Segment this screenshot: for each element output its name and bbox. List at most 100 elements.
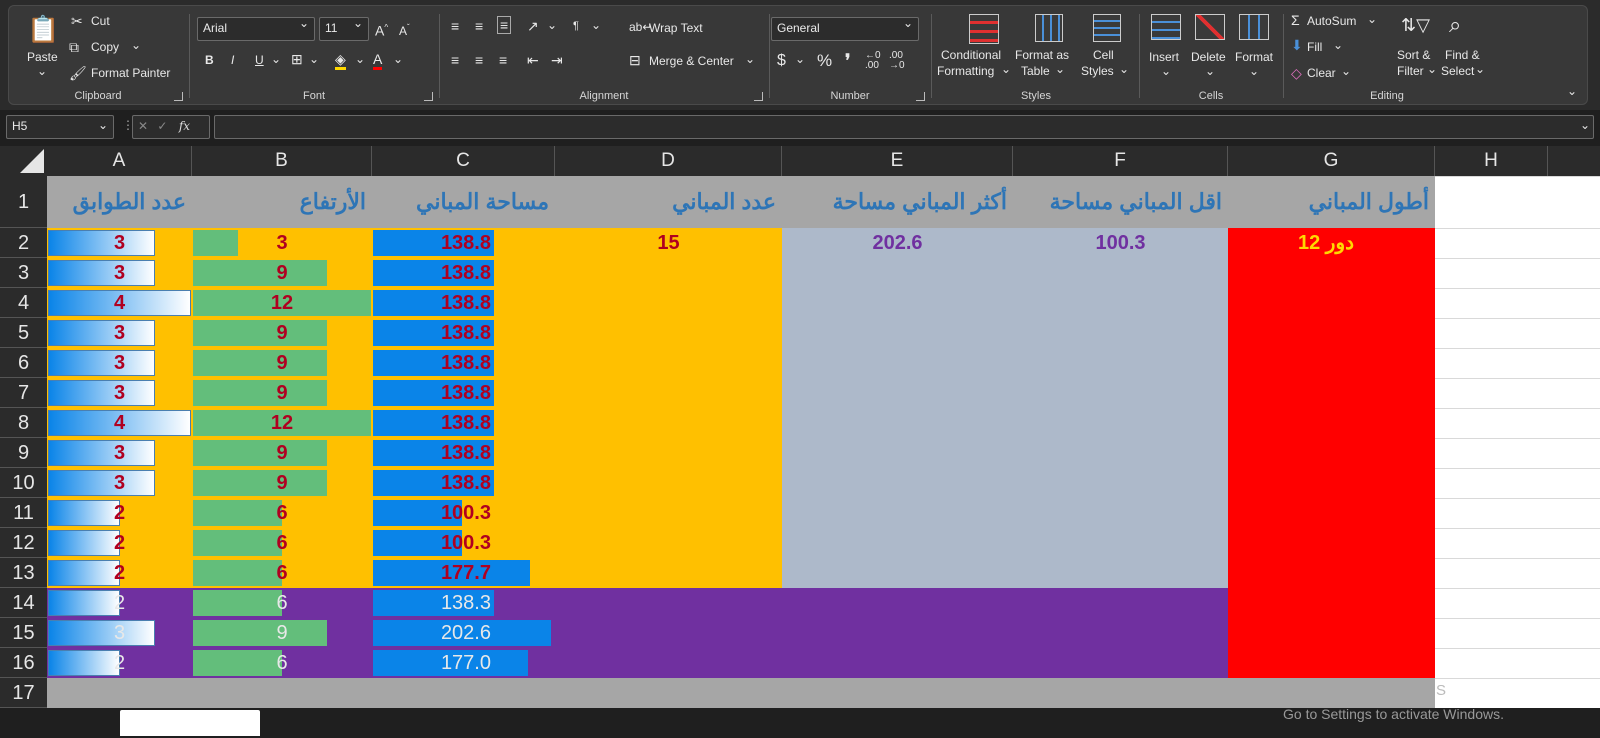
area-cell-row-10[interactable]: 138.8 — [372, 468, 495, 498]
column-header-e[interactable]: E — [782, 146, 1013, 176]
autosum-chevron-icon[interactable]: ⌄ — [1367, 12, 1377, 26]
row-header-2[interactable]: 2 — [0, 228, 47, 258]
fill-color-icon[interactable]: ◈ — [335, 51, 346, 70]
header-f[interactable]: اقل المباني مساحة — [1013, 176, 1228, 228]
copy-chevron-icon[interactable]: ⌄ — [131, 38, 141, 52]
floors-cell-row-7[interactable]: 3 — [47, 378, 192, 408]
alignment-launcher-icon[interactable] — [754, 92, 763, 101]
borders-icon[interactable]: ⊞ — [291, 51, 303, 67]
row-header-5[interactable]: 5 — [0, 318, 47, 348]
building-count-value[interactable]: 15 — [555, 228, 782, 258]
area-cell-row-16[interactable]: 177.0 — [372, 648, 495, 678]
orientation-icon[interactable]: ↗ — [527, 18, 539, 34]
column-header-g[interactable]: G — [1228, 146, 1435, 176]
floors-cell-row-9[interactable]: 3 — [47, 438, 192, 468]
autosum-button[interactable]: AutoSum — [1307, 14, 1356, 28]
height-cell-row-8[interactable]: 12 — [192, 408, 372, 438]
area-cell-row-11[interactable]: 100.3 — [372, 498, 495, 528]
number-format-select[interactable]: General — [771, 16, 919, 41]
format-painter-icon[interactable]: 🖌 — [69, 65, 87, 81]
merge-chevron-icon[interactable]: ⌄ — [745, 52, 755, 66]
format-cells-button[interactable]: Format — [1235, 50, 1273, 64]
column-header-f[interactable]: F — [1013, 146, 1228, 176]
delete-icon[interactable] — [1195, 14, 1225, 40]
collapse-ribbon-icon[interactable]: ⌄ — [1567, 84, 1577, 98]
sort-filter-line2[interactable]: Filter — [1397, 64, 1424, 78]
row-header-17[interactable]: 17 — [0, 678, 47, 708]
format-as-table-icon[interactable] — [1035, 14, 1063, 42]
borders-chevron-icon[interactable]: ⌄ — [309, 52, 319, 66]
bold-button[interactable]: B — [205, 53, 214, 67]
percent-button[interactable]: % — [817, 51, 832, 71]
cell-styles-line2[interactable]: Styles — [1081, 64, 1114, 78]
insert-button[interactable]: Insert — [1149, 50, 1179, 64]
row-header-8[interactable]: 8 — [0, 408, 47, 438]
area-cell-row-9[interactable]: 138.8 — [372, 438, 495, 468]
row-header-16[interactable]: 16 — [0, 648, 47, 678]
underline-chevron-icon[interactable]: ⌄ — [271, 52, 281, 66]
format-painter-button[interactable]: Format Painter — [91, 66, 170, 80]
row-header-7[interactable]: 7 — [0, 378, 47, 408]
row-header-9[interactable]: 9 — [0, 438, 47, 468]
find-select-line2[interactable]: Select — [1441, 64, 1474, 78]
cut-icon[interactable]: ✂ — [71, 13, 83, 29]
row-header-15[interactable]: 15 — [0, 618, 47, 648]
area-cell-row-6[interactable]: 138.8 — [372, 348, 495, 378]
fill-icon[interactable]: ⬇ — [1291, 37, 1303, 53]
align-center-icon[interactable]: ≡ — [475, 52, 483, 68]
area-cell-row-15[interactable]: 202.6 — [372, 618, 495, 648]
area-cell-row-2[interactable]: 138.8 — [372, 228, 495, 258]
orientation-chevron-icon[interactable]: ⌄ — [547, 18, 557, 32]
paste-chevron-icon[interactable]: ⌄ — [37, 64, 47, 78]
floors-cell-row-14[interactable]: 2 — [47, 588, 192, 618]
floors-cell-row-6[interactable]: 3 — [47, 348, 192, 378]
clear-button[interactable]: Clear — [1307, 66, 1336, 80]
row-header-10[interactable]: 10 — [0, 468, 47, 498]
clear-icon[interactable]: ◇ — [1291, 65, 1302, 81]
height-cell-row-14[interactable]: 6 — [192, 588, 372, 618]
header-e[interactable]: أكثر المباني مساحة — [782, 176, 1013, 228]
number-launcher-icon[interactable] — [916, 92, 925, 101]
height-cell-row-2[interactable]: 3 — [192, 228, 372, 258]
area-cell-row-5[interactable]: 138.8 — [372, 318, 495, 348]
height-cell-row-15[interactable]: 9 — [192, 618, 372, 648]
find-icon[interactable]: ⌕ — [1449, 12, 1461, 38]
copy-icon[interactable]: ⧉ — [69, 39, 79, 55]
max-area-value[interactable]: 202.6 — [782, 228, 1013, 258]
insert-chevron-icon[interactable]: ⌄ — [1161, 64, 1171, 78]
merge-center-button[interactable]: Merge & Center — [649, 54, 734, 68]
wrap-text-button[interactable]: Wrap Text — [649, 21, 703, 35]
height-cell-row-13[interactable]: 6 — [192, 558, 372, 588]
height-cell-row-11[interactable]: 6 — [192, 498, 372, 528]
align-left-icon[interactable]: ≡ — [451, 52, 459, 68]
area-cell-row-14[interactable]: 138.3 — [372, 588, 495, 618]
paste-icon[interactable]: 📋 — [27, 14, 59, 44]
height-cell-row-12[interactable]: 6 — [192, 528, 372, 558]
row-header-14[interactable]: 14 — [0, 588, 47, 618]
height-cell-row-6[interactable]: 9 — [192, 348, 372, 378]
delete-chevron-icon[interactable]: ⌄ — [1205, 64, 1215, 78]
comma-button[interactable]: ❜ — [845, 51, 850, 71]
format-table-chevron-icon[interactable]: ⌄ — [1055, 62, 1065, 76]
row-header-3[interactable]: 3 — [0, 258, 47, 288]
enter-icon[interactable]: ✓ — [157, 119, 167, 133]
height-cell-row-9[interactable]: 9 — [192, 438, 372, 468]
header-b[interactable]: الأرتفاع — [192, 176, 372, 228]
area-cell-row-7[interactable]: 138.8 — [372, 378, 495, 408]
format-as-table-button[interactable]: Format as — [1015, 48, 1069, 62]
row-header-4[interactable]: 4 — [0, 288, 47, 318]
insert-icon[interactable] — [1151, 14, 1181, 40]
row-header-1[interactable]: 1 — [0, 176, 47, 228]
height-cell-row-4[interactable]: 12 — [192, 288, 372, 318]
area-cell-row-3[interactable]: 138.8 — [372, 258, 495, 288]
fill-button[interactable]: Fill — [1307, 40, 1322, 54]
height-cell-row-16[interactable]: 6 — [192, 648, 372, 678]
row-header-6[interactable]: 6 — [0, 348, 47, 378]
formula-input[interactable] — [214, 115, 1594, 139]
cancel-icon[interactable]: ✕ — [138, 119, 148, 133]
decrease-font-icon[interactable]: Aˇ — [399, 20, 410, 39]
bottom-align-icon[interactable]: ≡ — [497, 16, 512, 34]
delete-button[interactable]: Delete — [1191, 50, 1226, 64]
top-align-icon[interactable]: ≡ — [451, 18, 459, 34]
floors-cell-row-2[interactable]: 3 — [47, 228, 192, 258]
